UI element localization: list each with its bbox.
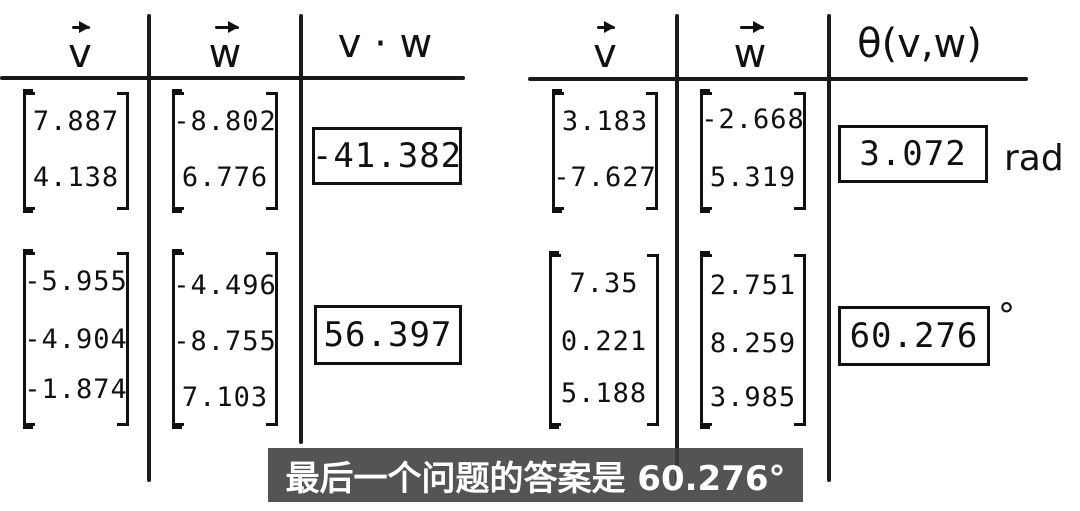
right-row2-w-matrix: 2.751 8.259 3.985 (700, 251, 806, 429)
right-row2-unit: ° (998, 296, 1015, 336)
left-table-divider-2 (299, 14, 303, 444)
matrix-entry: 2.751 (709, 270, 797, 301)
right-row1-v-matrix: 3.183 -7.627 (552, 89, 658, 213)
right-row2-answer-box: 60.276 (838, 306, 990, 366)
matrix-entry: 7.887 (32, 106, 120, 137)
subtitle-caption: 最后一个问题的答案是 60.276° (268, 448, 803, 502)
right-table-header-rule (528, 77, 1028, 81)
matrix-entry: -8.802 (173, 106, 277, 137)
matrix-entry: -8.755 (173, 326, 277, 357)
matrix-entry: 4.138 (32, 162, 120, 193)
matrix-entry: 3.985 (709, 382, 797, 413)
left-row2-answer-box: 56.397 (314, 305, 462, 365)
right-header-w: w (700, 21, 800, 74)
left-header-v: v (30, 21, 130, 74)
matrix-entry: 8.259 (709, 328, 797, 359)
matrix-entry: -5.955 (24, 266, 128, 297)
matrix-entry: -7.627 (553, 162, 657, 193)
matrix-entry: 5.319 (709, 162, 797, 193)
right-table-divider-2 (827, 14, 831, 482)
matrix-entry: 6.776 (181, 162, 269, 193)
right-row2-v-matrix: 7.35 0.221 5.188 (549, 251, 659, 429)
right-row1-w-matrix: -2.668 5.319 (700, 89, 806, 213)
left-row1-w-matrix: -8.802 6.776 (172, 89, 278, 213)
left-row2-w-matrix: -4.496 -8.755 7.103 (172, 249, 278, 429)
right-table-divider-1 (675, 14, 679, 482)
left-header-dot-product: v · w (337, 21, 433, 67)
matrix-entry: 0.221 (560, 326, 648, 357)
matrix-entry: 7.35 (569, 268, 639, 299)
matrix-entry: -1.874 (24, 374, 128, 405)
whiteboard: v w v · w 7.887 4.138 -8.802 6.776 -41.3… (0, 0, 1080, 511)
matrix-entry: 3.183 (561, 106, 649, 137)
right-header-v: v (555, 21, 655, 74)
left-table-divider-1 (147, 14, 151, 482)
right-header-angle: θ(v,w) (857, 21, 982, 67)
matrix-entry: -4.904 (24, 324, 128, 355)
matrix-entry: 7.103 (181, 382, 269, 413)
matrix-entry: 5.188 (560, 378, 648, 409)
matrix-entry: -2.668 (701, 104, 805, 135)
left-row2-v-matrix: -5.955 -4.904 -1.874 (23, 249, 129, 429)
right-row1-answer-box: 3.072 (838, 125, 988, 183)
left-header-w: w (175, 21, 275, 74)
left-row1-v-matrix: 7.887 4.138 (23, 89, 129, 213)
left-row1-answer-box: -41.382 (312, 127, 462, 185)
right-row1-unit: rad (1004, 138, 1064, 179)
matrix-entry: -4.496 (173, 270, 277, 301)
